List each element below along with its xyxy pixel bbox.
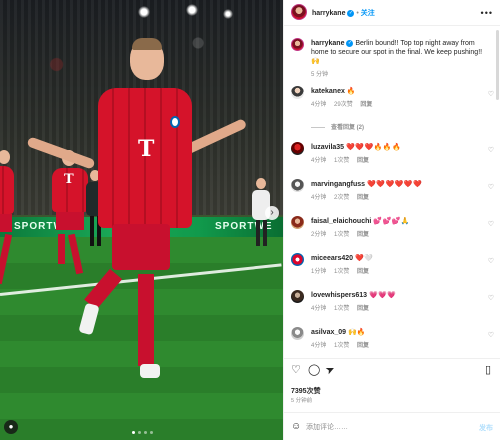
like-comment-icon[interactable]: ♡ [488, 90, 494, 98]
comment-username[interactable]: miceears420 [311, 255, 353, 262]
like-comment-icon[interactable]: ♡ [488, 257, 494, 265]
post-actions-bar: ♡ ◯ ➤ ▯ [284, 358, 500, 380]
like-comment-icon[interactable]: ♡ [488, 220, 494, 228]
post-timestamp: 5 分钟前 [291, 398, 313, 404]
follow-button[interactable]: 关注 [361, 10, 375, 17]
author-avatar[interactable] [291, 38, 304, 51]
instagram-post-view: SPORTWE SPORTWE T T › ● harrykane ✓ • 关注… [0, 0, 500, 440]
comment-username[interactable]: asilvax_09 [311, 329, 346, 336]
verified-badge-icon: ✓ [346, 39, 354, 47]
comment-time[interactable]: 4分钟 [311, 343, 326, 349]
reply-button[interactable]: 回复 [357, 269, 369, 275]
like-comment-icon[interactable]: ♡ [488, 331, 494, 339]
comment-input[interactable] [306, 420, 456, 434]
reply-button[interactable]: 回复 [360, 102, 372, 108]
comment-likes[interactable]: 1次赞 [334, 306, 349, 312]
like-count[interactable]: 7395次赞 [291, 386, 321, 396]
carousel-dot [150, 431, 153, 434]
comment-text: 🙌🔥 [348, 329, 366, 336]
verified-badge-icon: ✓ [347, 9, 355, 17]
like-comment-icon[interactable]: ♡ [488, 146, 494, 154]
commenter-avatar[interactable] [291, 290, 304, 303]
comment-likes[interactable]: 1次赞 [334, 158, 349, 164]
comment-time[interactable]: 4分钟 [311, 102, 326, 108]
shirt-logo-t: T [138, 136, 155, 162]
comment-username[interactable]: katekanex [311, 88, 345, 95]
carousel-indicator [132, 431, 153, 434]
like-comment-icon[interactable]: ♡ [488, 294, 494, 302]
comment-text: ❤️❤️❤️🔥🔥🔥 [346, 144, 402, 151]
reply-button[interactable]: 回复 [357, 306, 369, 312]
author-avatar[interactable] [291, 4, 307, 20]
comment-username[interactable]: luzavila35 [311, 144, 344, 151]
comment-composer: ☺ 发布 [284, 412, 500, 440]
comment-username[interactable]: marvingangfuss [311, 181, 365, 188]
scrollbar[interactable] [496, 30, 499, 100]
emoji-icon[interactable]: ☺ [291, 421, 301, 432]
next-photo-button[interactable]: › [265, 206, 279, 220]
comment-time[interactable]: 2分钟 [311, 232, 326, 238]
commenter-avatar[interactable] [291, 179, 304, 192]
comment-text: 💕💕💕🙏 [373, 218, 411, 225]
post-photo[interactable]: SPORTWE SPORTWE T T › ● [0, 0, 283, 440]
like-icon[interactable]: ♡ [291, 365, 301, 376]
comment-text: 🔥 [346, 88, 356, 95]
save-icon[interactable]: ▯ [485, 365, 491, 376]
comment-time[interactable]: 4分钟 [311, 306, 326, 312]
carousel-dot-active [132, 431, 135, 434]
commenter-avatar[interactable] [291, 327, 304, 340]
comment-text: ❤️❤️❤️❤️❤️❤️ [367, 181, 423, 188]
like-comment-icon[interactable]: ♡ [488, 183, 494, 191]
stadium-lights [120, 0, 240, 20]
comment-username[interactable]: faisal_elaichouchi [311, 218, 371, 225]
share-icon[interactable]: ➤ [324, 363, 337, 378]
comment-likes[interactable]: 2次赞 [334, 195, 349, 201]
caption-time: 5 分钟 [311, 72, 329, 78]
commenter-avatar[interactable] [291, 216, 304, 229]
comment-time[interactable]: 4分钟 [311, 158, 326, 164]
comment-icon[interactable]: ◯ [308, 365, 320, 376]
comment-text: 💗💗💗 [368, 292, 397, 299]
carousel-dot [144, 431, 147, 434]
more-options-icon[interactable]: ••• [481, 8, 493, 18]
commenter-avatar[interactable] [291, 86, 304, 99]
reply-button[interactable]: 回复 [357, 158, 369, 164]
reply-button[interactable]: 回复 [357, 232, 369, 238]
comment-time[interactable]: 1分钟 [311, 269, 326, 275]
author-username[interactable]: harrykane [312, 10, 345, 17]
comment-text: ❤️🤍 [355, 255, 374, 262]
commenter-avatar[interactable] [291, 253, 304, 266]
comment-time[interactable]: 4分钟 [311, 195, 326, 201]
comment-likes[interactable]: 1次赞 [334, 232, 349, 238]
view-replies-button[interactable]: 查看回复 (2) [311, 122, 364, 131]
caption-username[interactable]: harrykane [311, 40, 344, 47]
post-sidebar: harrykane ✓ • 关注 ••• harrykane ✓ Berlin … [283, 0, 500, 440]
comment-username[interactable]: lovewhispers613 [311, 292, 367, 299]
commenter-avatar[interactable] [291, 142, 304, 155]
post-header: harrykane ✓ • 关注 ••• [284, 0, 500, 26]
comment-likes[interactable]: 1次赞 [334, 269, 349, 275]
tagged-users-icon[interactable]: ● [4, 420, 18, 434]
reply-button[interactable]: 回复 [357, 343, 369, 349]
reply-button[interactable]: 回复 [357, 195, 369, 201]
carousel-dot [138, 431, 141, 434]
post-comment-button[interactable]: 发布 [479, 423, 493, 433]
comment-likes[interactable]: 29次赞 [334, 102, 353, 108]
comment-likes[interactable]: 1次赞 [334, 343, 349, 349]
